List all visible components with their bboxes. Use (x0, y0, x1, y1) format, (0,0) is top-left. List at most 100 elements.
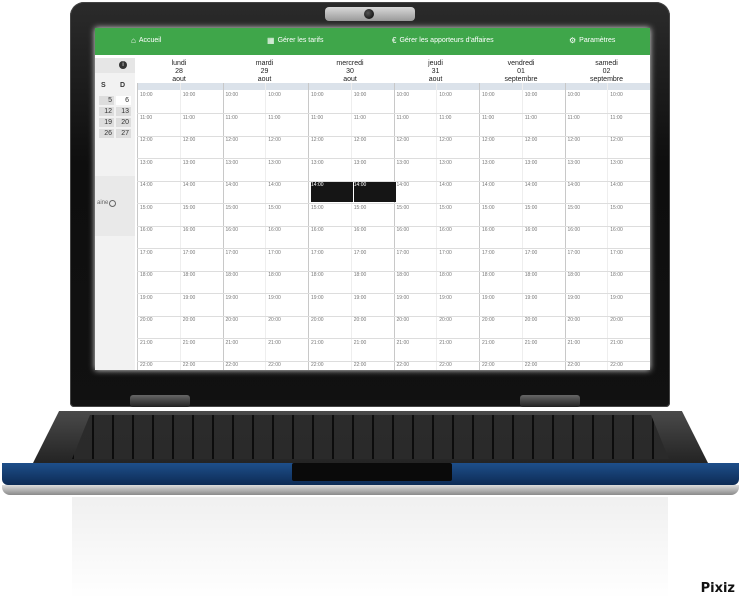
time-slot[interactable]: 15:00 (183, 205, 225, 225)
time-slot[interactable]: 16:00 (397, 227, 439, 247)
time-slot[interactable]: 13:00 (268, 160, 310, 180)
nav-tarifs[interactable]: ▦ Gérer les tarifs (267, 37, 323, 45)
time-slot[interactable]: 16:00 (140, 227, 182, 247)
time-slot[interactable]: 13:00 (183, 160, 225, 180)
time-slot[interactable]: 10:00 (482, 92, 524, 112)
time-slot[interactable]: 11:00 (525, 115, 567, 135)
time-slot[interactable]: 20:00 (439, 317, 481, 337)
time-slot[interactable]: 21:00 (568, 340, 610, 360)
time-slot[interactable]: 18:00 (268, 272, 310, 292)
day-header[interactable]: jeudi 31 aout (394, 60, 478, 84)
nav-home[interactable]: ⌂ Accueil (131, 37, 161, 45)
mini-calendar-date[interactable]: 12 (99, 107, 114, 116)
time-slot[interactable]: 13:00 (525, 160, 567, 180)
time-slot[interactable]: 18:00 (183, 272, 225, 292)
time-slot[interactable]: 14:00 (268, 182, 310, 202)
time-slot[interactable]: 19:00 (183, 295, 225, 315)
day-header[interactable]: mercredi 30 aout (308, 60, 392, 84)
time-slot[interactable]: 19:00 (397, 295, 439, 315)
time-slot[interactable]: 18:00 (439, 272, 481, 292)
time-slot[interactable]: 16:00 (525, 227, 567, 247)
time-slot[interactable]: 17:00 (183, 250, 225, 270)
day-header[interactable]: vendredi 01 septembre (479, 60, 563, 84)
time-slot[interactable]: 15:00 (268, 205, 310, 225)
week-radio[interactable] (109, 200, 116, 207)
time-slot[interactable]: 21:00 (183, 340, 225, 360)
time-slot[interactable]: 22:00 (140, 362, 182, 370)
time-slot[interactable]: 20:00 (397, 317, 439, 337)
time-slot[interactable]: 19:00 (610, 295, 650, 315)
time-slot[interactable]: 15:00 (226, 205, 268, 225)
time-slot[interactable]: 12:00 (311, 137, 353, 157)
time-slot[interactable]: 17:00 (610, 250, 650, 270)
time-slot[interactable]: 19:00 (525, 295, 567, 315)
time-slot[interactable]: 13:00 (354, 160, 396, 180)
time-slot[interactable]: 20:00 (482, 317, 524, 337)
info-icon[interactable]: i (119, 61, 127, 69)
time-slot[interactable]: 12:00 (525, 137, 567, 157)
mini-calendar-date[interactable]: 6 (116, 96, 131, 105)
time-slot[interactable]: 21:00 (226, 340, 268, 360)
time-slot[interactable]: 16:00 (439, 227, 481, 247)
time-slot[interactable]: 20:00 (268, 317, 310, 337)
time-slot[interactable]: 13:00 (397, 160, 439, 180)
time-slot[interactable]: 15:00 (140, 205, 182, 225)
time-slot[interactable]: 12:00 (268, 137, 310, 157)
time-slot[interactable]: 20:00 (226, 317, 268, 337)
time-slot[interactable]: 13:00 (226, 160, 268, 180)
time-slot[interactable]: 14:00 (610, 182, 650, 202)
time-slot[interactable]: 18:00 (311, 272, 353, 292)
time-slot[interactable]: 19:00 (568, 295, 610, 315)
time-slot[interactable]: 12:00 (140, 137, 182, 157)
time-slot[interactable]: 11:00 (610, 115, 650, 135)
time-slot[interactable]: 17:00 (140, 250, 182, 270)
time-slot[interactable]: 10:00 (568, 92, 610, 112)
time-slot[interactable]: 17:00 (397, 250, 439, 270)
time-slot[interactable]: 21:00 (397, 340, 439, 360)
time-slot[interactable]: 13:00 (140, 160, 182, 180)
time-slot[interactable]: 10:00 (226, 92, 268, 112)
time-slot[interactable]: 14:00 (397, 182, 439, 202)
time-slot[interactable]: 22:00 (482, 362, 524, 370)
time-slot[interactable]: 20:00 (140, 317, 182, 337)
time-slot[interactable]: 17:00 (311, 250, 353, 270)
booked-slot[interactable]: 14:00 (311, 182, 353, 202)
time-slot[interactable]: 18:00 (482, 272, 524, 292)
time-slot[interactable]: 10:00 (397, 92, 439, 112)
time-slot[interactable]: 17:00 (568, 250, 610, 270)
time-slot[interactable]: 18:00 (354, 272, 396, 292)
time-slot[interactable]: 18:00 (140, 272, 182, 292)
time-slot[interactable]: 11:00 (311, 115, 353, 135)
time-slot[interactable]: 16:00 (568, 227, 610, 247)
time-slot[interactable]: 10:00 (311, 92, 353, 112)
time-slot[interactable]: 14:00 (568, 182, 610, 202)
mini-calendar-date[interactable]: 27 (116, 129, 131, 138)
time-slot[interactable]: 10:00 (268, 92, 310, 112)
time-slot[interactable]: 18:00 (610, 272, 650, 292)
time-slot[interactable]: 13:00 (610, 160, 650, 180)
day-header[interactable]: lundi 28 aout (137, 60, 221, 84)
time-slot[interactable]: 11:00 (183, 115, 225, 135)
time-slot[interactable]: 11:00 (354, 115, 396, 135)
time-slot[interactable]: 14:00 (140, 182, 182, 202)
time-slot[interactable]: 19:00 (482, 295, 524, 315)
time-slot[interactable]: 20:00 (568, 317, 610, 337)
time-slot[interactable]: 19:00 (439, 295, 481, 315)
time-slot[interactable]: 22:00 (610, 362, 650, 370)
time-slot[interactable]: 12:00 (482, 137, 524, 157)
time-slot[interactable]: 17:00 (354, 250, 396, 270)
time-slot[interactable]: 10:00 (610, 92, 650, 112)
time-slot[interactable]: 15:00 (610, 205, 650, 225)
mini-calendar-date[interactable]: 5 (99, 96, 114, 105)
time-slot[interactable]: 20:00 (610, 317, 650, 337)
time-slot[interactable]: 20:00 (183, 317, 225, 337)
time-slot[interactable]: 16:00 (183, 227, 225, 247)
time-slot[interactable]: 16:00 (311, 227, 353, 247)
time-slot[interactable]: 17:00 (482, 250, 524, 270)
time-slot[interactable]: 12:00 (183, 137, 225, 157)
time-slot[interactable]: 20:00 (525, 317, 567, 337)
time-slot[interactable]: 10:00 (183, 92, 225, 112)
time-slot[interactable]: 21:00 (354, 340, 396, 360)
time-slot[interactable]: 11:00 (568, 115, 610, 135)
time-slot[interactable]: 18:00 (525, 272, 567, 292)
